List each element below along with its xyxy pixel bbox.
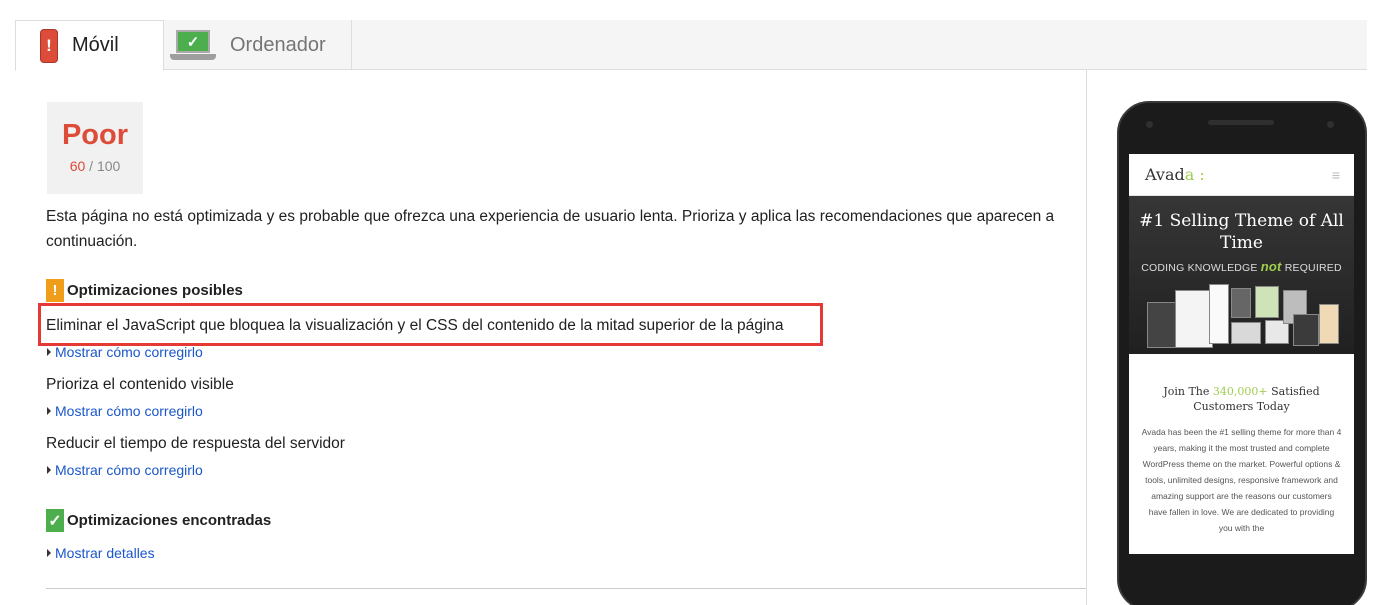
preview-site-logo: Avada : bbox=[1145, 165, 1205, 184]
found-optimizations-heading: ✓ Optimizaciones encontradas bbox=[46, 509, 271, 532]
expand-triangle-icon bbox=[47, 407, 51, 415]
summary-text: Esta página no está optimizada y es prob… bbox=[46, 208, 1055, 250]
phone-speaker-icon bbox=[1208, 120, 1274, 125]
preview-site-header: Avada : ≡ bbox=[1129, 154, 1354, 196]
warning-icon: ! bbox=[46, 279, 64, 302]
preview-hero-subtitle: CODING KNOWLEDGE not REQUIRED bbox=[1141, 259, 1342, 274]
score-value: 60 bbox=[69, 158, 86, 174]
score-separator: / bbox=[85, 158, 97, 174]
expand-triangle-icon bbox=[47, 549, 51, 557]
rule-title-visible-content: Prioriza el contenido visible bbox=[46, 376, 234, 393]
score-box: Poor 60 / 100 bbox=[47, 102, 143, 194]
mobile-warning-icon: ! bbox=[40, 28, 58, 63]
tab-desktop-label: Ordenador bbox=[230, 33, 326, 56]
preview-hero: #1 Selling Theme of All Time CODING KNOW… bbox=[1129, 196, 1354, 354]
preview-paragraph: Avada has been the #1 selling theme for … bbox=[1141, 427, 1342, 533]
preview-body: Join The 340,000+ Satisfied Customers To… bbox=[1129, 354, 1354, 536]
score-max: 100 bbox=[96, 158, 121, 174]
tab-mobile[interactable]: ! Móvil bbox=[15, 20, 164, 71]
rule-title-render-blocking: Eliminar el JavaScript que bloquea la vi… bbox=[46, 317, 784, 334]
rule-title-server-response: Reducir el tiempo de respuesta del servi… bbox=[46, 435, 345, 452]
hamburger-menu-icon: ≡ bbox=[1331, 166, 1340, 183]
expand-triangle-icon bbox=[47, 348, 51, 356]
show-details-link[interactable]: Mostrar detalles bbox=[47, 545, 155, 561]
show-fix-link-server-response[interactable]: Mostrar cómo corregirlo bbox=[47, 462, 203, 478]
show-fix-link-label: Mostrar cómo corregirlo bbox=[55, 344, 203, 360]
possible-optimizations-title: Optimizaciones posibles bbox=[67, 282, 243, 299]
show-fix-link-render-blocking[interactable]: Mostrar cómo corregirlo bbox=[47, 344, 203, 360]
phone-camera-icon bbox=[1146, 121, 1153, 128]
preview-theme-screenshots bbox=[1145, 284, 1340, 348]
score-value-line: 60 / 100 bbox=[47, 158, 143, 174]
desktop-ok-icon: ✓ bbox=[170, 30, 216, 60]
phone-sensor-icon bbox=[1327, 121, 1334, 128]
show-fix-link-label: Mostrar cómo corregirlo bbox=[55, 462, 203, 478]
check-icon: ✓ bbox=[46, 509, 64, 532]
show-fix-link-visible-content[interactable]: Mostrar cómo corregirlo bbox=[47, 403, 203, 419]
found-optimizations-title: Optimizaciones encontradas bbox=[67, 512, 272, 529]
tab-mobile-label: Móvil bbox=[72, 34, 119, 56]
show-fix-link-label: Mostrar cómo corregirlo bbox=[55, 403, 203, 419]
show-details-label: Mostrar detalles bbox=[55, 545, 155, 561]
tab-desktop[interactable]: ✓ Ordenador bbox=[148, 20, 352, 70]
expand-triangle-icon bbox=[47, 466, 51, 474]
score-rating: Poor bbox=[61, 119, 129, 151]
preview-hero-title: #1 Selling Theme of All Time bbox=[1139, 211, 1344, 253]
panel-divider bbox=[1086, 70, 1087, 605]
phone-screen-preview: Avada : ≡ #1 Selling Theme of All Time C… bbox=[1129, 154, 1354, 554]
section-divider bbox=[46, 588, 1086, 589]
preview-join-heading: Join The 340,000+ Satisfied Customers To… bbox=[1163, 385, 1320, 413]
possible-optimizations-heading: ! Optimizaciones posibles bbox=[46, 279, 243, 302]
